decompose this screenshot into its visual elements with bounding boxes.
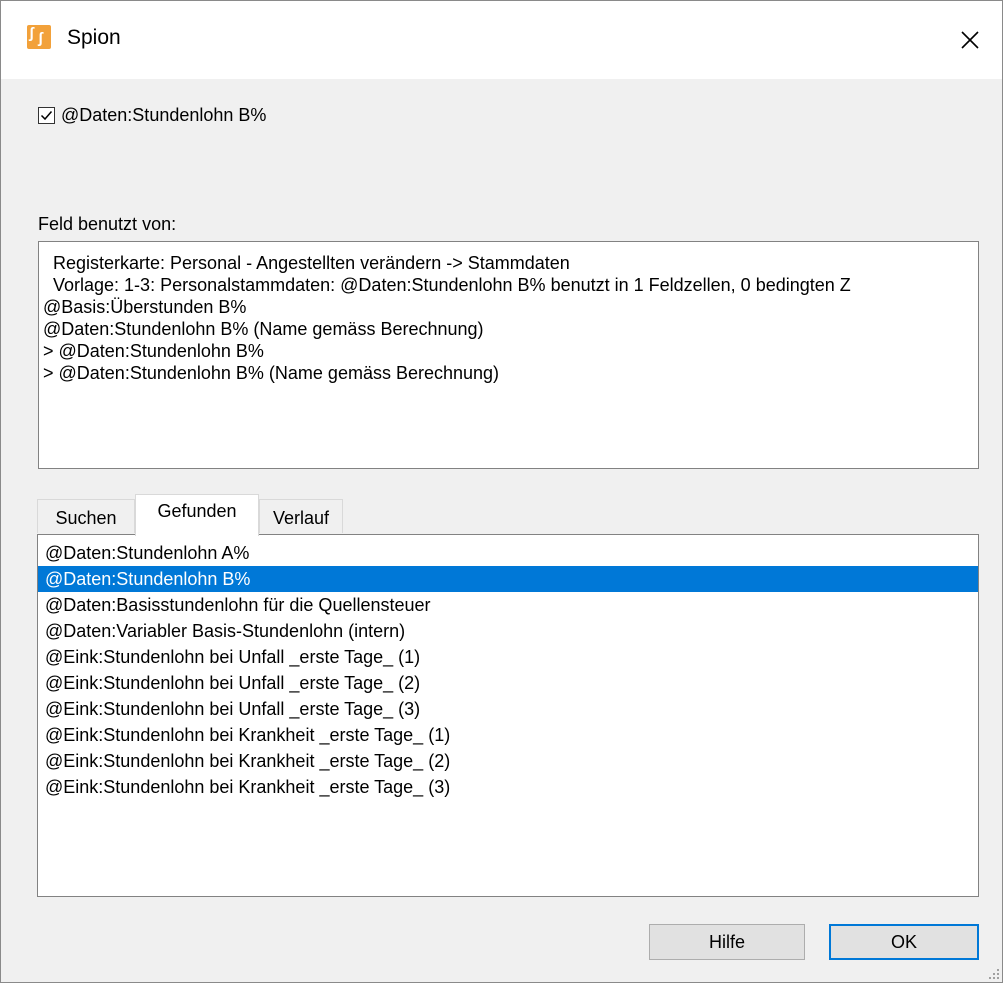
usage-line: > @Daten:Stundenlohn B% (Name gemäss Ber… [43, 363, 500, 383]
tab-verlauf[interactable]: Verlauf [259, 499, 343, 533]
usage-line: Registerkarte: Personal - Angestellten v… [53, 253, 570, 273]
list-item[interactable]: @Eink:Stundenlohn bei Unfall _erste Tage… [38, 670, 978, 696]
title-bar: ʃ ʃ Spion [1, 1, 1002, 79]
field-checkbox-row[interactable]: @Daten:Stundenlohn B% [38, 105, 266, 126]
help-button[interactable]: Hilfe [649, 924, 805, 960]
ok-button[interactable]: OK [829, 924, 979, 960]
list-item[interactable]: @Daten:Basisstundenlohn für die Quellens… [38, 592, 978, 618]
list-item[interactable]: @Eink:Stundenlohn bei Krankheit _erste T… [38, 774, 978, 800]
list-item-selected[interactable]: @Daten:Stundenlohn B% [38, 566, 978, 592]
field-checkbox[interactable] [38, 107, 55, 124]
usage-label: Feld benutzt von: [38, 214, 177, 234]
list-item[interactable]: @Eink:Stundenlohn bei Krankheit _erste T… [38, 722, 978, 748]
found-listbox[interactable]: @Daten:Stundenlohn A% @Daten:Stundenlohn… [37, 534, 979, 897]
window-title: Spion [67, 26, 121, 49]
usage-textbox[interactable]: Registerkarte: Personal - Angestellten v… [38, 241, 979, 469]
list-item[interactable]: @Eink:Stundenlohn bei Unfall _erste Tage… [38, 644, 978, 670]
usage-line: @Daten:Stundenlohn B% (Name gemäss Berec… [43, 319, 484, 339]
tab-gefunden[interactable]: Gefunden [135, 494, 259, 536]
field-checkbox-label: @Daten:Stundenlohn B% [61, 105, 267, 125]
close-icon[interactable] [938, 1, 1002, 79]
list-item[interactable]: @Eink:Stundenlohn bei Unfall _erste Tage… [38, 696, 978, 722]
list-item[interactable]: @Daten:Stundenlohn A% [38, 540, 978, 566]
resize-grip-icon[interactable] [988, 968, 1000, 980]
spion-dialog: ʃ ʃ Spion @Daten:Stundenlohn B% Feld ben… [0, 0, 1003, 983]
list-item[interactable]: @Eink:Stundenlohn bei Krankheit _erste T… [38, 748, 978, 774]
usage-line: > @Daten:Stundenlohn B% [43, 341, 264, 361]
usage-line: @Basis:Überstunden B% [43, 297, 247, 317]
list-item[interactable]: @Daten:Variabler Basis-Stundenlohn (inte… [38, 618, 978, 644]
tab-suchen[interactable]: Suchen [37, 499, 135, 533]
checkmark-icon [40, 111, 53, 121]
spion-app-icon: ʃ ʃ [27, 25, 51, 49]
usage-line: Vorlage: 1-3: Personalstammdaten: @Daten… [53, 275, 851, 295]
